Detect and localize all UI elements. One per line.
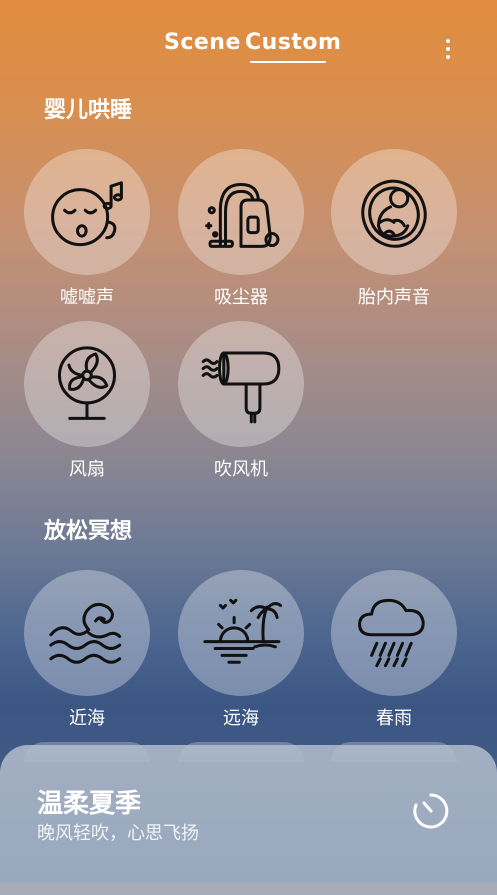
active-tab-indicator: [250, 61, 326, 63]
fan-icon: [57, 346, 117, 420]
top-bar: Scene Custom: [0, 0, 497, 80]
sound-tile-label: 吹风机: [214, 459, 268, 480]
fetus-icon: [361, 179, 427, 248]
sound-tile-label: 近海: [69, 708, 105, 729]
more-options-icon[interactable]: [441, 36, 455, 62]
sound-tile-label: 风扇: [69, 459, 105, 480]
timer-icon[interactable]: [410, 790, 452, 832]
sound-tile-circle[interactable]: [331, 570, 457, 696]
sound-tile-far-sea[interactable]: 远海: [178, 570, 304, 730]
sound-tile-circle[interactable]: [178, 149, 304, 275]
sound-tile-label: 远海: [223, 708, 259, 729]
sound-tile-shush[interactable]: 嘘嘘声: [24, 149, 150, 309]
sound-tile-circle[interactable]: [331, 149, 457, 275]
hair-dryer-icon: [201, 351, 281, 424]
sound-tile-label: 嘘嘘声: [60, 287, 114, 308]
sound-tile-spring-rain[interactable]: 春雨: [331, 570, 457, 730]
tab-custom[interactable]: Custom: [245, 30, 341, 55]
sound-tile-circle[interactable]: [24, 570, 150, 696]
sound-tile-circle[interactable]: [178, 321, 304, 447]
sound-tile-circle[interactable]: [24, 149, 150, 275]
now-playing-title: 温柔夏季: [37, 789, 142, 819]
sound-tile-label: 春雨: [376, 708, 412, 729]
sleeping-face-icon: [51, 181, 123, 247]
waves-icon: [49, 602, 122, 664]
sound-tile-womb[interactable]: 胎内声音: [331, 149, 457, 309]
section-title-baby-sleep: 婴儿哄睡: [44, 98, 133, 123]
sunset-beach-icon: [203, 598, 283, 664]
sound-tile-circle[interactable]: [178, 570, 304, 696]
section-title-relax-meditation: 放松冥想: [44, 519, 133, 544]
sound-tile-circle[interactable]: [24, 321, 150, 447]
now-playing-subtitle: 晚风轻吹，心思飞扬: [37, 823, 199, 844]
rain-cloud-icon: [358, 598, 425, 668]
sound-tile-fan[interactable]: 风扇: [24, 321, 150, 481]
sound-tile-near-sea[interactable]: 近海: [24, 570, 150, 730]
sound-tile-vacuum[interactable]: 吸尘器: [178, 149, 304, 309]
now-playing-panel[interactable]: 温柔夏季 晚风轻吹，心思飞扬: [0, 745, 497, 895]
sound-tile-label: 吸尘器: [214, 287, 268, 308]
sound-tile-label: 胎内声音: [358, 287, 430, 308]
vacuum-cleaner-icon: [205, 182, 280, 248]
sound-tile-hair-dryer[interactable]: 吹风机: [178, 321, 304, 481]
tab-scene[interactable]: Scene: [164, 30, 241, 55]
